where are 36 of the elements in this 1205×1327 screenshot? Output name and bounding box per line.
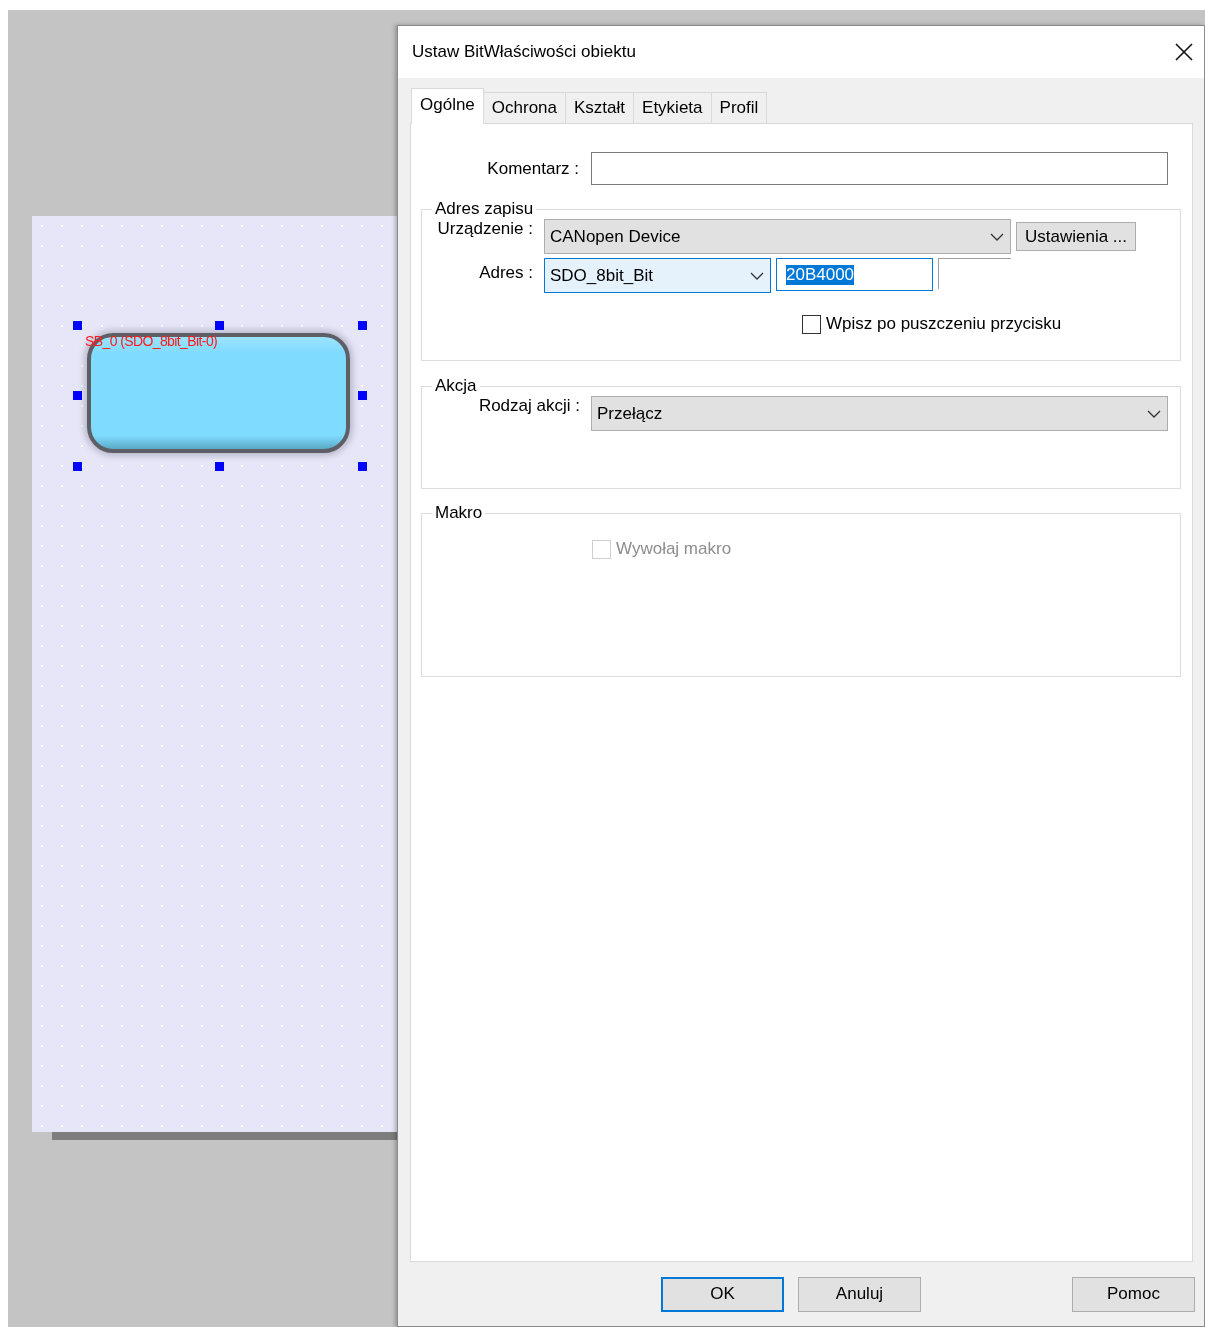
selection-handle[interactable] — [215, 462, 224, 471]
tab[interactable]: Profil — [710, 92, 768, 123]
device-dropdown[interactable]: CANopen Device — [544, 219, 1011, 254]
selection-handle[interactable] — [358, 391, 367, 400]
dialog-button[interactable]: Pomoc — [1072, 1276, 1195, 1312]
checkbox-label: Wywołaj makro — [616, 539, 732, 559]
selection-handle[interactable] — [73, 321, 82, 330]
group-title: Adres zapisu — [434, 199, 535, 219]
selection-handle[interactable] — [215, 321, 224, 330]
settings-button[interactable]: Ustawienia ... — [1016, 222, 1137, 251]
action-dropdown[interactable]: Przełącz — [591, 396, 1168, 431]
field-label: Adres : — [478, 263, 533, 283]
comment-field[interactable] — [591, 152, 1168, 185]
group-title: Makro — [434, 503, 484, 523]
group-title: Akcja — [434, 376, 478, 396]
field-label: Rodzaj akcji : — [477, 396, 580, 416]
window-title: Ustaw BitWłaściwości obiektu — [412, 42, 636, 62]
selection-handle[interactable] — [358, 462, 367, 471]
input-field[interactable] — [938, 258, 1011, 289]
selection-handle[interactable] — [358, 321, 367, 330]
checkbox-label: Wpisz po puszczeniu przycisku — [826, 314, 1062, 334]
chevron-icon — [750, 271, 764, 280]
dialog-button[interactable]: Anuluj — [798, 1276, 921, 1312]
switch-button-object[interactable] — [87, 333, 350, 453]
address-field[interactable]: 20B4000 — [776, 258, 933, 291]
release-checkbox[interactable] — [802, 314, 821, 334]
field-label: Urządzenie : — [436, 219, 533, 239]
selection-handle[interactable] — [73, 462, 82, 471]
tab[interactable]: Ogólne — [411, 88, 484, 124]
selection-handle[interactable] — [73, 391, 82, 400]
chevron-icon — [990, 232, 1004, 241]
close-icon[interactable] — [1174, 42, 1194, 62]
field-label: Komentarz : — [486, 158, 579, 179]
address-type-dropdown[interactable]: SDO_8bit_Bit — [544, 258, 771, 293]
chevron-icon — [1147, 409, 1161, 418]
dialog-button[interactable]: OK — [661, 1276, 784, 1312]
